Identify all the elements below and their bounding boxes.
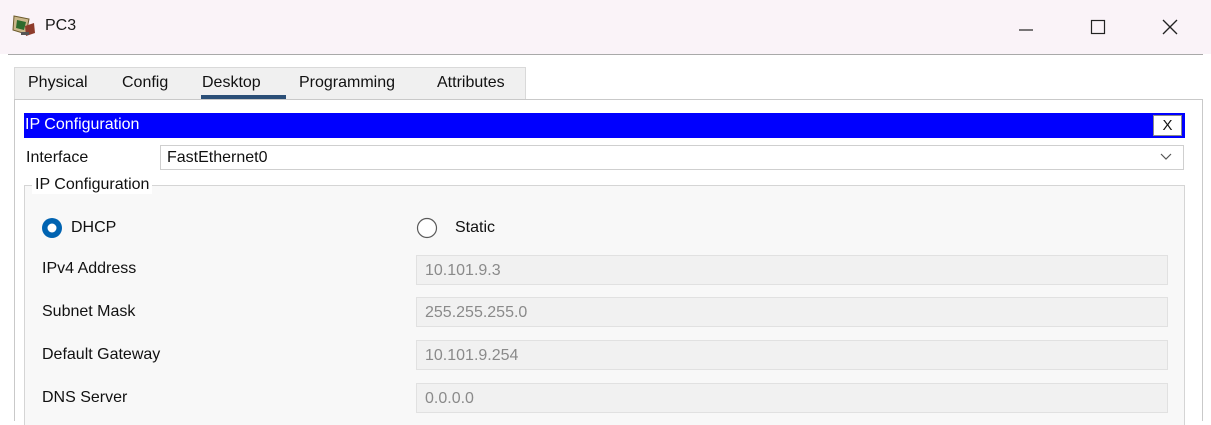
dns-server-field[interactable]: 0.0.0.0 — [416, 383, 1168, 413]
ipv4-address-field[interactable]: 10.101.9.3 — [416, 255, 1168, 285]
minimize-button[interactable] — [997, 0, 1055, 54]
interface-select[interactable]: FastEthernet0 — [160, 145, 1184, 170]
pc-device-icon — [11, 13, 37, 39]
dhcp-label[interactable]: DHCP — [71, 219, 116, 237]
close-ip-config-button[interactable]: X — [1153, 115, 1182, 136]
tab-physical[interactable]: Physical — [28, 74, 88, 92]
dns-server-value: 0.0.0.0 — [425, 390, 474, 407]
window-title: PC3 — [45, 17, 77, 34]
default-gateway-value: 10.101.9.254 — [425, 347, 519, 364]
title-separator — [8, 54, 1203, 55]
ipv4-address-value: 10.101.9.3 — [425, 262, 501, 279]
maximize-button[interactable] — [1069, 0, 1127, 54]
static-radio[interactable] — [416, 217, 438, 239]
dhcp-radio[interactable] — [41, 217, 63, 239]
static-label[interactable]: Static — [455, 219, 495, 237]
tab-strip: Physical Config Desktop Programming Attr… — [14, 67, 526, 99]
tab-attributes[interactable]: Attributes — [437, 74, 505, 92]
subnet-mask-value: 255.255.255.0 — [425, 304, 528, 321]
close-icon — [1162, 19, 1178, 35]
close-window-button[interactable] — [1141, 0, 1199, 54]
subnet-mask-label: Subnet Mask — [42, 303, 136, 320]
ip-config-group-title: IP Configuration — [32, 176, 153, 194]
subnet-mask-field[interactable]: 255.255.255.0 — [416, 297, 1168, 327]
default-gateway-label: Default Gateway — [42, 346, 161, 363]
title-bar: PC3 — [0, 0, 1211, 54]
ip-config-header: IP Configuration X — [24, 113, 1185, 138]
ip-config-title: IP Configuration — [25, 116, 140, 133]
ipv4-address-label: IPv4 Address — [42, 260, 137, 277]
chevron-down-icon — [1160, 153, 1172, 160]
interface-label: Interface — [26, 149, 89, 166]
dns-server-label: DNS Server — [42, 389, 128, 406]
default-gateway-field[interactable]: 10.101.9.254 — [416, 340, 1168, 370]
tab-config[interactable]: Config — [122, 74, 168, 92]
interface-value: FastEthernet0 — [167, 149, 268, 166]
maximize-icon — [1090, 19, 1106, 35]
tab-programming[interactable]: Programming — [299, 74, 395, 92]
tab-desktop[interactable]: Desktop — [202, 74, 261, 92]
minimize-icon — [1019, 29, 1033, 31]
